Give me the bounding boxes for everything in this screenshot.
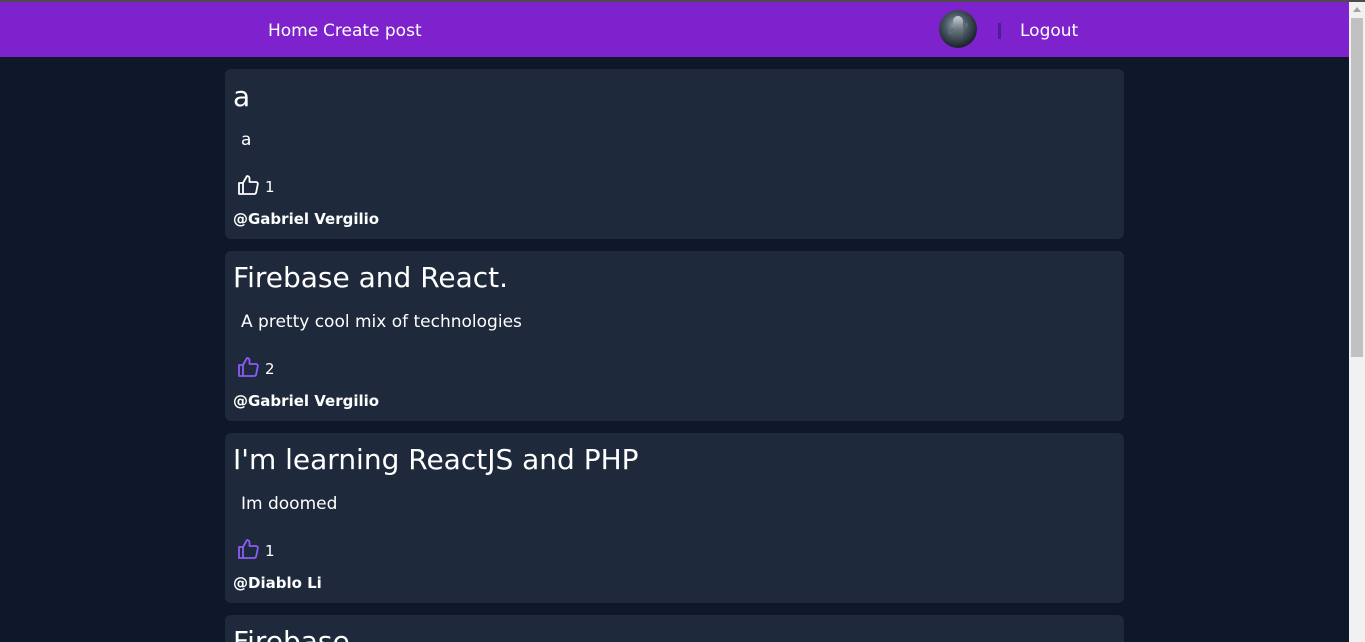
post-title: a [233,80,251,113]
thumbs-up-icon[interactable] [237,537,261,561]
user-avatar[interactable] [939,10,977,48]
post-body: Im doomed [241,494,338,514]
post-author[interactable]: @Gabriel Vergilio [233,210,379,228]
post-body: a [241,130,252,150]
avatar-figure [953,16,963,44]
nav-divider [998,23,1001,39]
like-count: 2 [265,360,275,378]
post-author[interactable]: @Diablo Li [233,574,322,592]
post-card: I'm learning ReactJS and PHP Im doomed 1… [225,433,1124,603]
post-card: a a 1 @Gabriel Vergilio [225,69,1124,239]
page-scrollbar[interactable] [1349,2,1365,642]
scroll-up-arrow-icon[interactable] [1353,7,1361,12]
thumbs-up-icon[interactable] [237,355,261,379]
post-card: Firebase and React. A pretty cool mix of… [225,251,1124,421]
post-body: A pretty cool mix of technologies [241,312,522,332]
post-title: Firebase and React. [233,261,509,294]
like-count: 1 [265,178,275,196]
post-author[interactable]: @Gabriel Vergilio [233,392,379,410]
thumbs-up-icon[interactable] [237,173,261,197]
post-card: Firebase [225,615,1124,642]
nav-create-post-link[interactable]: Create post [323,20,422,42]
scrollbar-thumb[interactable] [1351,18,1363,357]
logout-button[interactable]: Logout [1020,20,1078,42]
like-count: 1 [265,542,275,560]
post-title: I'm learning ReactJS and PHP [233,443,639,476]
post-title: Firebase [233,625,350,642]
navbar: Home Create post Logout [0,2,1349,57]
nav-home-link[interactable]: Home [268,20,318,42]
